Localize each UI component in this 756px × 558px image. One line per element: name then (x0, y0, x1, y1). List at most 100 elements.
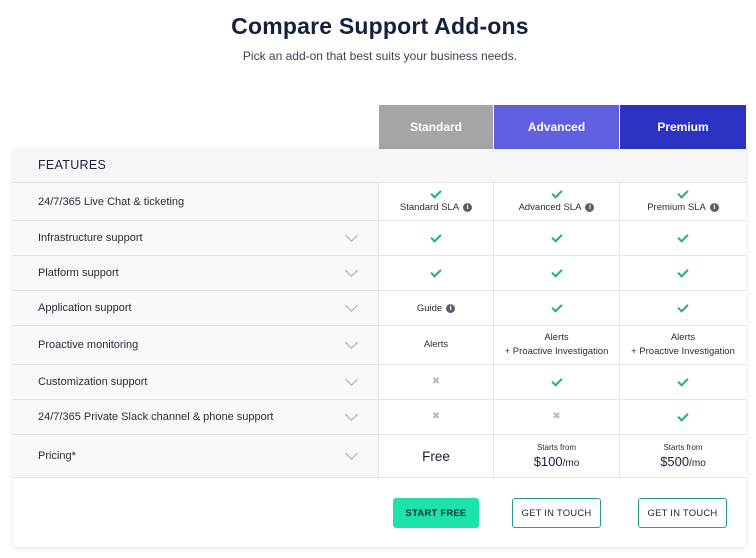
feature-cell: 24/7/365 Live Chat & ticketing (13, 183, 379, 220)
premium-cell (620, 256, 746, 290)
check-icon (677, 230, 689, 243)
alerts-label: Alerts (423, 339, 449, 350)
standard-cell: ✖ (379, 400, 494, 434)
feature-name: 24/7/365 Live Chat & ticketing (38, 195, 185, 208)
plan-header-premium: Premium (620, 105, 746, 149)
chevron-down-icon[interactable] (345, 299, 358, 312)
chevron-down-icon[interactable] (345, 373, 358, 386)
chevron-down-icon[interactable] (345, 229, 358, 242)
check-icon (550, 265, 563, 278)
advanced-cell (494, 291, 620, 325)
feature-name: Platform support (38, 267, 119, 279)
sla-label: Standard SLA (399, 201, 460, 213)
info-icon[interactable]: i (446, 303, 456, 313)
standard-cell: ✖ (379, 365, 494, 399)
guide-label: Guide (416, 302, 443, 314)
price-value: $100/mo (533, 454, 580, 469)
table-row[interactable]: Infrastructure support (13, 221, 746, 256)
table-row[interactable]: Proactive monitoring Alerts Alerts + Pro… (13, 326, 746, 365)
alerts-label: Alerts (544, 332, 569, 343)
table-row[interactable]: 24/7/365 Private Slack channel & phone s… (13, 400, 746, 435)
table-row[interactable]: Customization support ✖ (13, 365, 746, 400)
feature-cell[interactable]: Proactive monitoring (13, 326, 379, 364)
premium-cell: Premium SLA i (620, 183, 746, 220)
sla-label: Premium SLA (647, 201, 706, 213)
check-icon (430, 186, 442, 199)
advanced-cell (494, 256, 620, 290)
page-subtitle: Pick an add-on that best suits your busi… (242, 49, 518, 63)
check-icon (677, 374, 689, 387)
feature-name: Application support (38, 302, 132, 314)
feature-name: 24/7/365 Private Slack channel & phone s… (38, 411, 274, 423)
table-row[interactable]: Platform support (13, 256, 746, 291)
standard-cell: Alerts (379, 326, 494, 364)
get-in-touch-advanced-button[interactable]: GET IN TOUCH (512, 498, 601, 528)
comparison-table: FEATURES 24/7/365 Live Chat & ticketing … (13, 149, 746, 547)
check-icon (677, 300, 689, 313)
investigation-label: + Proactive Investigation (631, 346, 735, 357)
check-icon (430, 230, 442, 243)
alerts-label: Alerts (670, 332, 696, 343)
feature-cell[interactable]: Application support (13, 291, 379, 325)
check-icon (550, 300, 563, 313)
advanced-cell (494, 365, 620, 399)
feature-cell[interactable]: 24/7/365 Private Slack channel & phone s… (13, 400, 379, 434)
feature-cell[interactable]: Pricing* (13, 435, 379, 477)
check-icon (677, 186, 689, 199)
check-icon (430, 265, 442, 278)
table-row[interactable]: Pricing* Free Starts from $100/mo Starts… (13, 435, 746, 478)
advanced-cell (494, 221, 620, 255)
plan-header-advanced: Advanced (494, 105, 619, 149)
premium-cell: Alerts + Proactive Investigation (620, 326, 746, 364)
info-icon[interactable]: i (463, 202, 473, 212)
check-icon (550, 230, 563, 243)
advanced-cell: Alerts + Proactive Investigation (494, 326, 620, 364)
features-header-row: FEATURES (13, 149, 746, 183)
feature-cell[interactable]: Infrastructure support (13, 221, 379, 255)
chevron-down-icon[interactable] (345, 264, 358, 277)
info-icon[interactable]: i (585, 202, 595, 212)
standard-cell (379, 221, 494, 255)
advanced-cell: ✖ (494, 400, 620, 434)
check-icon (677, 265, 689, 278)
cross-icon: ✖ (431, 376, 441, 387)
advanced-cell: Advanced SLA i (494, 183, 620, 220)
feature-cell[interactable]: Customization support (13, 365, 379, 399)
standard-cell (379, 256, 494, 290)
investigation-label: + Proactive Investigation (504, 346, 609, 357)
premium-cell (620, 400, 746, 434)
table-row[interactable]: Application support Guide i (13, 291, 746, 326)
standard-cell: Standard SLA i (379, 183, 494, 220)
chevron-down-icon[interactable] (345, 447, 358, 460)
cross-icon: ✖ (431, 411, 441, 422)
start-free-button[interactable]: START FREE (393, 498, 479, 528)
premium-cell (620, 221, 746, 255)
features-label: FEATURES (38, 158, 107, 172)
get-in-touch-premium-button[interactable]: GET IN TOUCH (638, 498, 727, 528)
premium-cell (620, 365, 746, 399)
price-free: Free (422, 448, 450, 464)
check-icon (677, 409, 689, 422)
premium-cell (620, 291, 746, 325)
feature-name: Customization support (38, 376, 148, 388)
sla-label: Advanced SLA (518, 201, 582, 213)
chevron-down-icon[interactable] (345, 408, 358, 421)
check-icon (550, 186, 563, 199)
starts-from-label: Starts from (536, 443, 577, 452)
standard-cell: Guide i (379, 291, 494, 325)
feature-name: Proactive monitoring (38, 339, 139, 351)
price-value: $500/mo (660, 454, 706, 469)
feature-name: Pricing* (38, 450, 76, 462)
starts-from-label: Starts from (663, 443, 703, 452)
advanced-cell: Starts from $100/mo (494, 435, 620, 477)
feature-cell[interactable]: Platform support (13, 256, 379, 290)
standard-cell: Free (379, 435, 494, 477)
plan-header-standard: Standard (379, 105, 493, 149)
premium-cell: Starts from $500/mo (620, 435, 746, 477)
chevron-down-icon[interactable] (345, 336, 358, 349)
info-icon[interactable]: i (709, 202, 719, 212)
cross-icon: ✖ (552, 411, 561, 422)
table-row: 24/7/365 Live Chat & ticketing Standard … (13, 183, 746, 221)
check-icon (550, 374, 563, 387)
page-title: Compare Support Add-ons (231, 13, 529, 39)
